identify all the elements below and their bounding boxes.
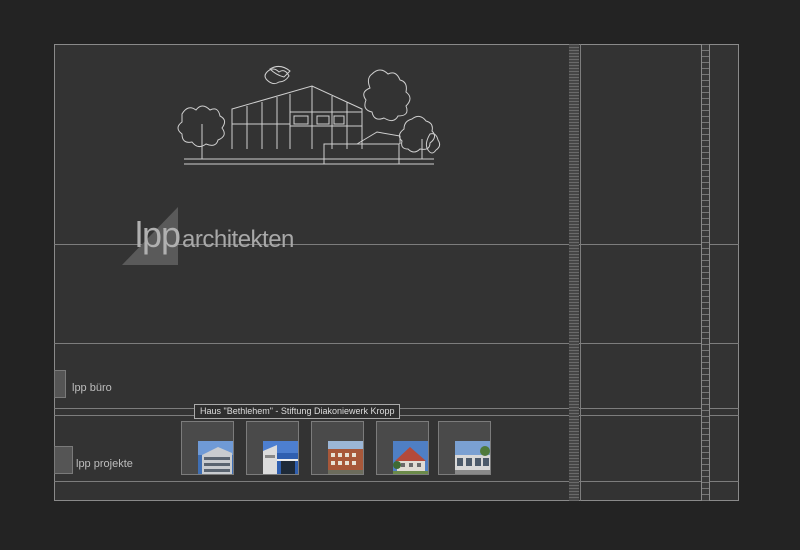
company-logo[interactable]: lpp architekten bbox=[120, 205, 320, 270]
building-photo-icon bbox=[393, 441, 428, 474]
project-thumbnail-1[interactable] bbox=[181, 421, 234, 475]
divider-line bbox=[54, 343, 739, 344]
building-photo-icon bbox=[263, 441, 298, 474]
divider-line bbox=[580, 44, 581, 501]
building-photo-icon bbox=[328, 441, 363, 474]
project-thumbnail-4[interactable] bbox=[376, 421, 429, 475]
vertical-scroll-strip bbox=[569, 44, 579, 501]
project-thumbnail-2[interactable] bbox=[246, 421, 299, 475]
nav-link-buero[interactable]: lpp büro bbox=[72, 382, 112, 394]
building-sketch bbox=[177, 65, 441, 165]
ruler-strip bbox=[701, 44, 710, 501]
project-thumbnail-5[interactable] bbox=[438, 421, 491, 475]
nav-link-projekte[interactable]: lpp projekte bbox=[76, 458, 133, 470]
building-photo-icon bbox=[455, 441, 490, 474]
project-thumbnail-3[interactable] bbox=[311, 421, 364, 475]
building-photo-icon bbox=[198, 441, 233, 474]
nav-marker-projekte[interactable] bbox=[54, 446, 73, 474]
nav-marker-buero[interactable] bbox=[54, 370, 66, 398]
logo-lpp-text: lpp bbox=[135, 214, 181, 255]
divider-line bbox=[54, 481, 739, 482]
logo-architekten-text: architekten bbox=[182, 226, 294, 253]
project-tooltip: Haus "Bethlehem" - Stiftung Diakoniewerk… bbox=[194, 404, 401, 419]
